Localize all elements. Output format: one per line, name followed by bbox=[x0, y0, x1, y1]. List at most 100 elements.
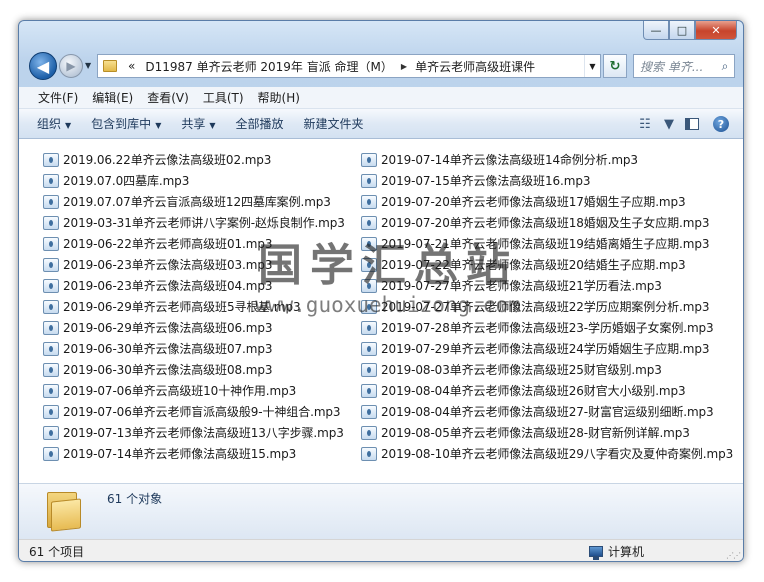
file-item[interactable]: 2019-06-23单齐云像法高级班04.mp3 bbox=[43, 275, 361, 296]
audio-file-icon bbox=[43, 362, 59, 377]
audio-file-icon bbox=[361, 215, 377, 230]
file-name: 2019-08-04单齐云老师像法高级班26财官大小级别.mp3 bbox=[381, 384, 686, 398]
file-item[interactable]: 2019.06.22单齐云像法高级班02.mp3 bbox=[43, 149, 361, 170]
close-button[interactable]: ✕ bbox=[695, 21, 737, 40]
maximize-button[interactable]: □ bbox=[669, 21, 695, 40]
file-item[interactable]: 2019-08-04单齐云老师像法高级班26财官大小级别.mp3 bbox=[361, 380, 686, 401]
audio-file-icon bbox=[361, 257, 377, 272]
file-item[interactable]: 2019-07-15单齐云像法高级班16.mp3 bbox=[361, 170, 679, 191]
share-button[interactable]: 共享 ▼ bbox=[171, 115, 225, 132]
resize-grip-icon[interactable]: ⋰⋰ bbox=[726, 551, 741, 560]
file-name: 2019-06-30单齐云像法高级班07.mp3 bbox=[63, 342, 273, 356]
file-name: 2019-07-27单齐云老师像法高级班22学历应期案例分析.mp3 bbox=[381, 300, 710, 314]
view-options-chevron-icon[interactable]: ▼ bbox=[659, 117, 679, 132]
file-item[interactable]: 2019-07-27单齐云老师像法高级班21学历看法.mp3 bbox=[361, 275, 679, 296]
file-name: 2019-06-30单齐云像法高级班08.mp3 bbox=[63, 363, 273, 377]
address-dropdown-icon[interactable]: ▼ bbox=[584, 55, 600, 77]
audio-file-icon bbox=[361, 236, 377, 251]
file-name: 2019-07-28单齐云老师像法高级班23-学历婚姻子女案例.mp3 bbox=[381, 321, 714, 335]
file-item[interactable]: 2019-06-30单齐云像法高级班08.mp3 bbox=[43, 359, 361, 380]
file-name: 2019-07-20单齐云老师像法高级班18婚姻及生子女应期.mp3 bbox=[381, 216, 710, 230]
play-all-button[interactable]: 全部播放 bbox=[226, 115, 294, 132]
file-item[interactable]: 2019-03-31单齐云老师讲八字案例-赵烁良制作.mp3 bbox=[43, 212, 361, 233]
audio-file-icon bbox=[361, 278, 377, 293]
folder-icon bbox=[103, 60, 117, 72]
file-item[interactable]: 2019-08-04单齐云老师像法高级班27-财富官运级别细断.mp3 bbox=[361, 401, 714, 422]
address-bar[interactable]: « D11987 单齐云老师 2019年 盲派 命理（M） ▶ 单齐云老师高级班… bbox=[97, 54, 601, 78]
file-item[interactable]: 2019.07.07单齐云盲派高级班12四墓库案例.mp3 bbox=[43, 191, 361, 212]
menu-help[interactable]: 帮助(H) bbox=[251, 89, 307, 106]
audio-file-icon bbox=[43, 404, 59, 419]
file-item[interactable]: 2019-08-05单齐云老师像法高级班28-财官新例详解.mp3 bbox=[361, 422, 690, 443]
file-item[interactable]: 2019-08-03单齐云老师像法高级班25财官级别.mp3 bbox=[361, 359, 679, 380]
explorer-window: — □ ✕ ◀ ▶ ▼ « D11987 单齐云老师 2019年 盲派 命理（M… bbox=[18, 20, 744, 562]
computer-icon bbox=[589, 546, 603, 560]
breadcrumb-overflow[interactable]: « bbox=[123, 59, 140, 73]
file-name: 2019-07-21单齐云老师像法高级班19结婚离婚生子应期.mp3 bbox=[381, 237, 710, 251]
audio-file-icon bbox=[361, 341, 377, 356]
audio-file-icon bbox=[361, 383, 377, 398]
file-list-pane: 2019.06.22单齐云像法高级班02.mp3 2019.07.0四墓库.mp3… bbox=[19, 139, 743, 498]
refresh-button[interactable]: ↻ bbox=[603, 54, 627, 78]
file-item[interactable]: 2019-07-13单齐云老师像法高级班13八字步骤.mp3 bbox=[43, 422, 361, 443]
forward-button[interactable]: ▶ bbox=[59, 54, 83, 78]
audio-file-icon bbox=[361, 425, 377, 440]
file-name: 2019-03-31单齐云老师讲八字案例-赵烁良制作.mp3 bbox=[63, 216, 345, 230]
file-name: 2019-06-23单齐云像法高级班03.mp3 bbox=[63, 258, 273, 272]
file-name: 2019-07-22单齐云老师像法高级班20结婚生子应期.mp3 bbox=[381, 258, 686, 272]
item-count: 61 个项目 bbox=[29, 545, 85, 559]
file-item[interactable]: 2019-07-06单齐云老师盲派高级般9-十神组合.mp3 bbox=[43, 401, 361, 422]
file-item[interactable]: 2019-07-29单齐云老师像法高级班24学历婚姻生子应期.mp3 bbox=[361, 338, 709, 359]
search-box[interactable]: 搜索 单齐... ⌕ bbox=[633, 54, 735, 78]
audio-file-icon bbox=[43, 299, 59, 314]
caption-buttons: — □ ✕ bbox=[643, 21, 737, 41]
file-name: 2019-07-06单齐云高级班10十神作用.mp3 bbox=[63, 384, 297, 398]
menu-file[interactable]: 文件(F) bbox=[31, 89, 85, 106]
file-item[interactable]: 2019-08-10单齐云老师像法高级班29八字看灾及夏仲奇案例.mp3 bbox=[361, 443, 733, 464]
file-item[interactable]: 2019-07-14单齐云像法高级班14命例分析.mp3 bbox=[361, 149, 679, 170]
change-view-icon[interactable]: ☷ bbox=[635, 117, 655, 132]
minimize-button[interactable]: — bbox=[643, 21, 669, 40]
file-column-right: 2019-07-14单齐云像法高级班14命例分析.mp3 2019-07-15单齐… bbox=[361, 149, 733, 464]
file-item[interactable]: 2019-07-28单齐云老师像法高级班23-学历婚姻子女案例.mp3 bbox=[361, 317, 714, 338]
status-bar: 61 个项目 计算机 ⋰⋰ bbox=[19, 539, 743, 561]
audio-file-icon bbox=[361, 194, 377, 209]
search-icon[interactable]: ⌕ bbox=[716, 55, 734, 77]
file-item[interactable]: 2019.07.0四墓库.mp3 bbox=[43, 170, 361, 191]
file-item[interactable]: 2019-06-29单齐云像法高级班06.mp3 bbox=[43, 317, 361, 338]
audio-file-icon bbox=[361, 299, 377, 314]
menu-edit[interactable]: 编辑(E) bbox=[85, 89, 140, 106]
audio-file-icon bbox=[361, 446, 377, 461]
file-item[interactable]: 2019-07-14单齐云老师像法高级班15.mp3 bbox=[43, 443, 361, 464]
back-button[interactable]: ◀ bbox=[29, 52, 57, 80]
audio-file-icon bbox=[43, 341, 59, 356]
status-location: 计算机 bbox=[589, 543, 644, 560]
file-item[interactable]: 2019-07-22单齐云老师像法高级班20结婚生子应期.mp3 bbox=[361, 254, 686, 275]
file-item[interactable]: 2019-06-29单齐云老师高级班5寻根基.mp3 bbox=[43, 296, 361, 317]
include-in-library-button[interactable]: 包含到库中 ▼ bbox=[81, 115, 171, 132]
file-item[interactable]: 2019-06-30单齐云像法高级班07.mp3 bbox=[43, 338, 361, 359]
recent-pages-dropdown-icon[interactable]: ▼ bbox=[85, 61, 91, 70]
file-item[interactable]: 2019-07-06单齐云高级班10十神作用.mp3 bbox=[43, 380, 361, 401]
file-item[interactable]: 2019-07-27单齐云老师像法高级班22学历应期案例分析.mp3 bbox=[361, 296, 709, 317]
menu-tools[interactable]: 工具(T) bbox=[196, 89, 251, 106]
new-folder-button[interactable]: 新建文件夹 bbox=[294, 115, 374, 132]
organize-button[interactable]: 组织 ▼ bbox=[27, 115, 81, 132]
help-icon[interactable]: ? bbox=[713, 116, 729, 132]
audio-file-icon bbox=[43, 446, 59, 461]
breadcrumb-current-folder[interactable]: 单齐云老师高级班课件 bbox=[410, 58, 540, 75]
menu-view[interactable]: 查看(V) bbox=[140, 89, 196, 106]
breadcrumb-parent-folder[interactable]: D11987 单齐云老师 2019年 盲派 命理（M） bbox=[140, 58, 398, 75]
file-item[interactable]: 2019-07-21单齐云老师像法高级班19结婚离婚生子应期.mp3 bbox=[361, 233, 709, 254]
file-item[interactable]: 2019-07-20单齐云老师像法高级班18婚姻及生子女应期.mp3 bbox=[361, 212, 709, 233]
preview-pane-icon[interactable] bbox=[679, 118, 705, 130]
file-name: 2019-08-04单齐云老师像法高级班27-财富官运级别细断.mp3 bbox=[381, 405, 714, 419]
breadcrumb-separator-icon[interactable]: ▶ bbox=[398, 62, 410, 71]
folder-icon bbox=[43, 490, 83, 532]
file-item[interactable]: 2019-06-22单齐云老师高级班01.mp3 bbox=[43, 233, 361, 254]
audio-file-icon bbox=[43, 383, 59, 398]
audio-file-icon bbox=[43, 320, 59, 335]
file-item[interactable]: 2019-06-23单齐云像法高级班03.mp3 bbox=[43, 254, 361, 275]
file-item[interactable]: 2019-07-20单齐云老师像法高级班17婚姻生子应期.mp3 bbox=[361, 191, 686, 212]
file-name: 2019-08-10单齐云老师像法高级班29八字看灾及夏仲奇案例.mp3 bbox=[381, 447, 734, 461]
